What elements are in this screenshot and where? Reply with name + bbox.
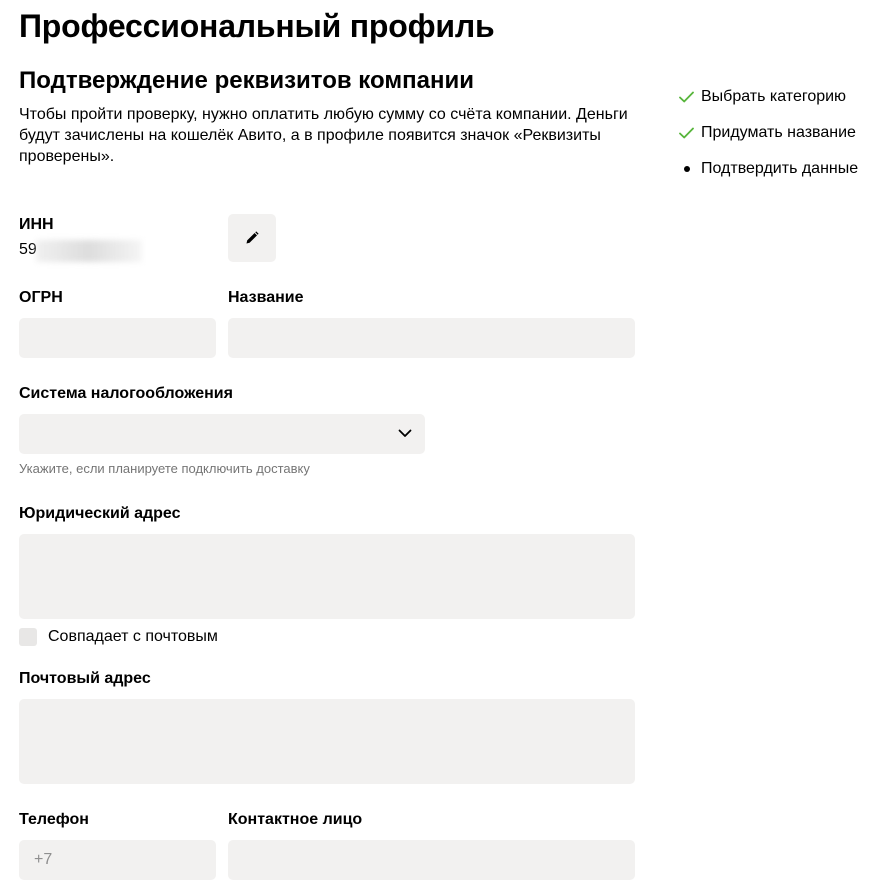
step-confirm-data: Подтвердить данные bbox=[679, 151, 869, 187]
step-label: Придумать название bbox=[701, 124, 856, 141]
inn-redacted-blur bbox=[36, 240, 142, 262]
step-label: Выбрать категорию bbox=[701, 88, 847, 105]
chevron-down-icon bbox=[398, 429, 412, 437]
tax-system-hint: Укажите, если планируете подключить дост… bbox=[19, 461, 310, 476]
ogrn-input[interactable] bbox=[19, 318, 216, 358]
pencil-icon bbox=[246, 231, 259, 244]
edit-inn-button[interactable] bbox=[228, 214, 276, 262]
legal-address-label: Юридический адрес bbox=[19, 505, 181, 522]
section-intro: Чтобы пройти проверку, нужно оплатить лю… bbox=[19, 106, 628, 165]
same-as-postal-checkbox-row[interactable]: Совпадает с почтовым bbox=[19, 628, 218, 646]
page-title: Профессиональный профиль bbox=[19, 8, 495, 44]
company-name-input[interactable] bbox=[228, 318, 635, 358]
inn-value: 59 bbox=[19, 241, 37, 258]
phone-label: Телефон bbox=[19, 811, 89, 828]
tax-system-label: Система налогообложения bbox=[19, 385, 233, 402]
bullet-icon bbox=[684, 166, 690, 172]
legal-address-input[interactable] bbox=[19, 534, 635, 619]
postal-address-label: Почтовый адрес bbox=[19, 670, 151, 687]
tax-system-select[interactable] bbox=[19, 414, 425, 454]
company-name-label: Название bbox=[228, 289, 304, 306]
contact-person-input[interactable] bbox=[228, 840, 635, 880]
inn-label: ИНН bbox=[19, 216, 54, 233]
postal-address-input[interactable] bbox=[19, 699, 635, 784]
check-icon bbox=[679, 91, 701, 103]
section-title: Подтверждение реквизитов компании bbox=[19, 67, 474, 94]
same-as-postal-label: Совпадает с почтовым bbox=[48, 628, 218, 645]
contact-person-label: Контактное лицо bbox=[228, 811, 363, 828]
progress-steps: Выбрать категорию Придумать название Под… bbox=[679, 79, 869, 187]
step-choose-name: Придумать название bbox=[679, 115, 869, 151]
phone-input[interactable] bbox=[19, 840, 216, 880]
step-label: Подтвердить данные bbox=[701, 160, 859, 177]
step-choose-category: Выбрать категорию bbox=[679, 79, 869, 115]
ogrn-label: ОГРН bbox=[19, 289, 63, 306]
check-icon bbox=[679, 127, 701, 139]
same-as-postal-checkbox[interactable] bbox=[19, 628, 37, 646]
